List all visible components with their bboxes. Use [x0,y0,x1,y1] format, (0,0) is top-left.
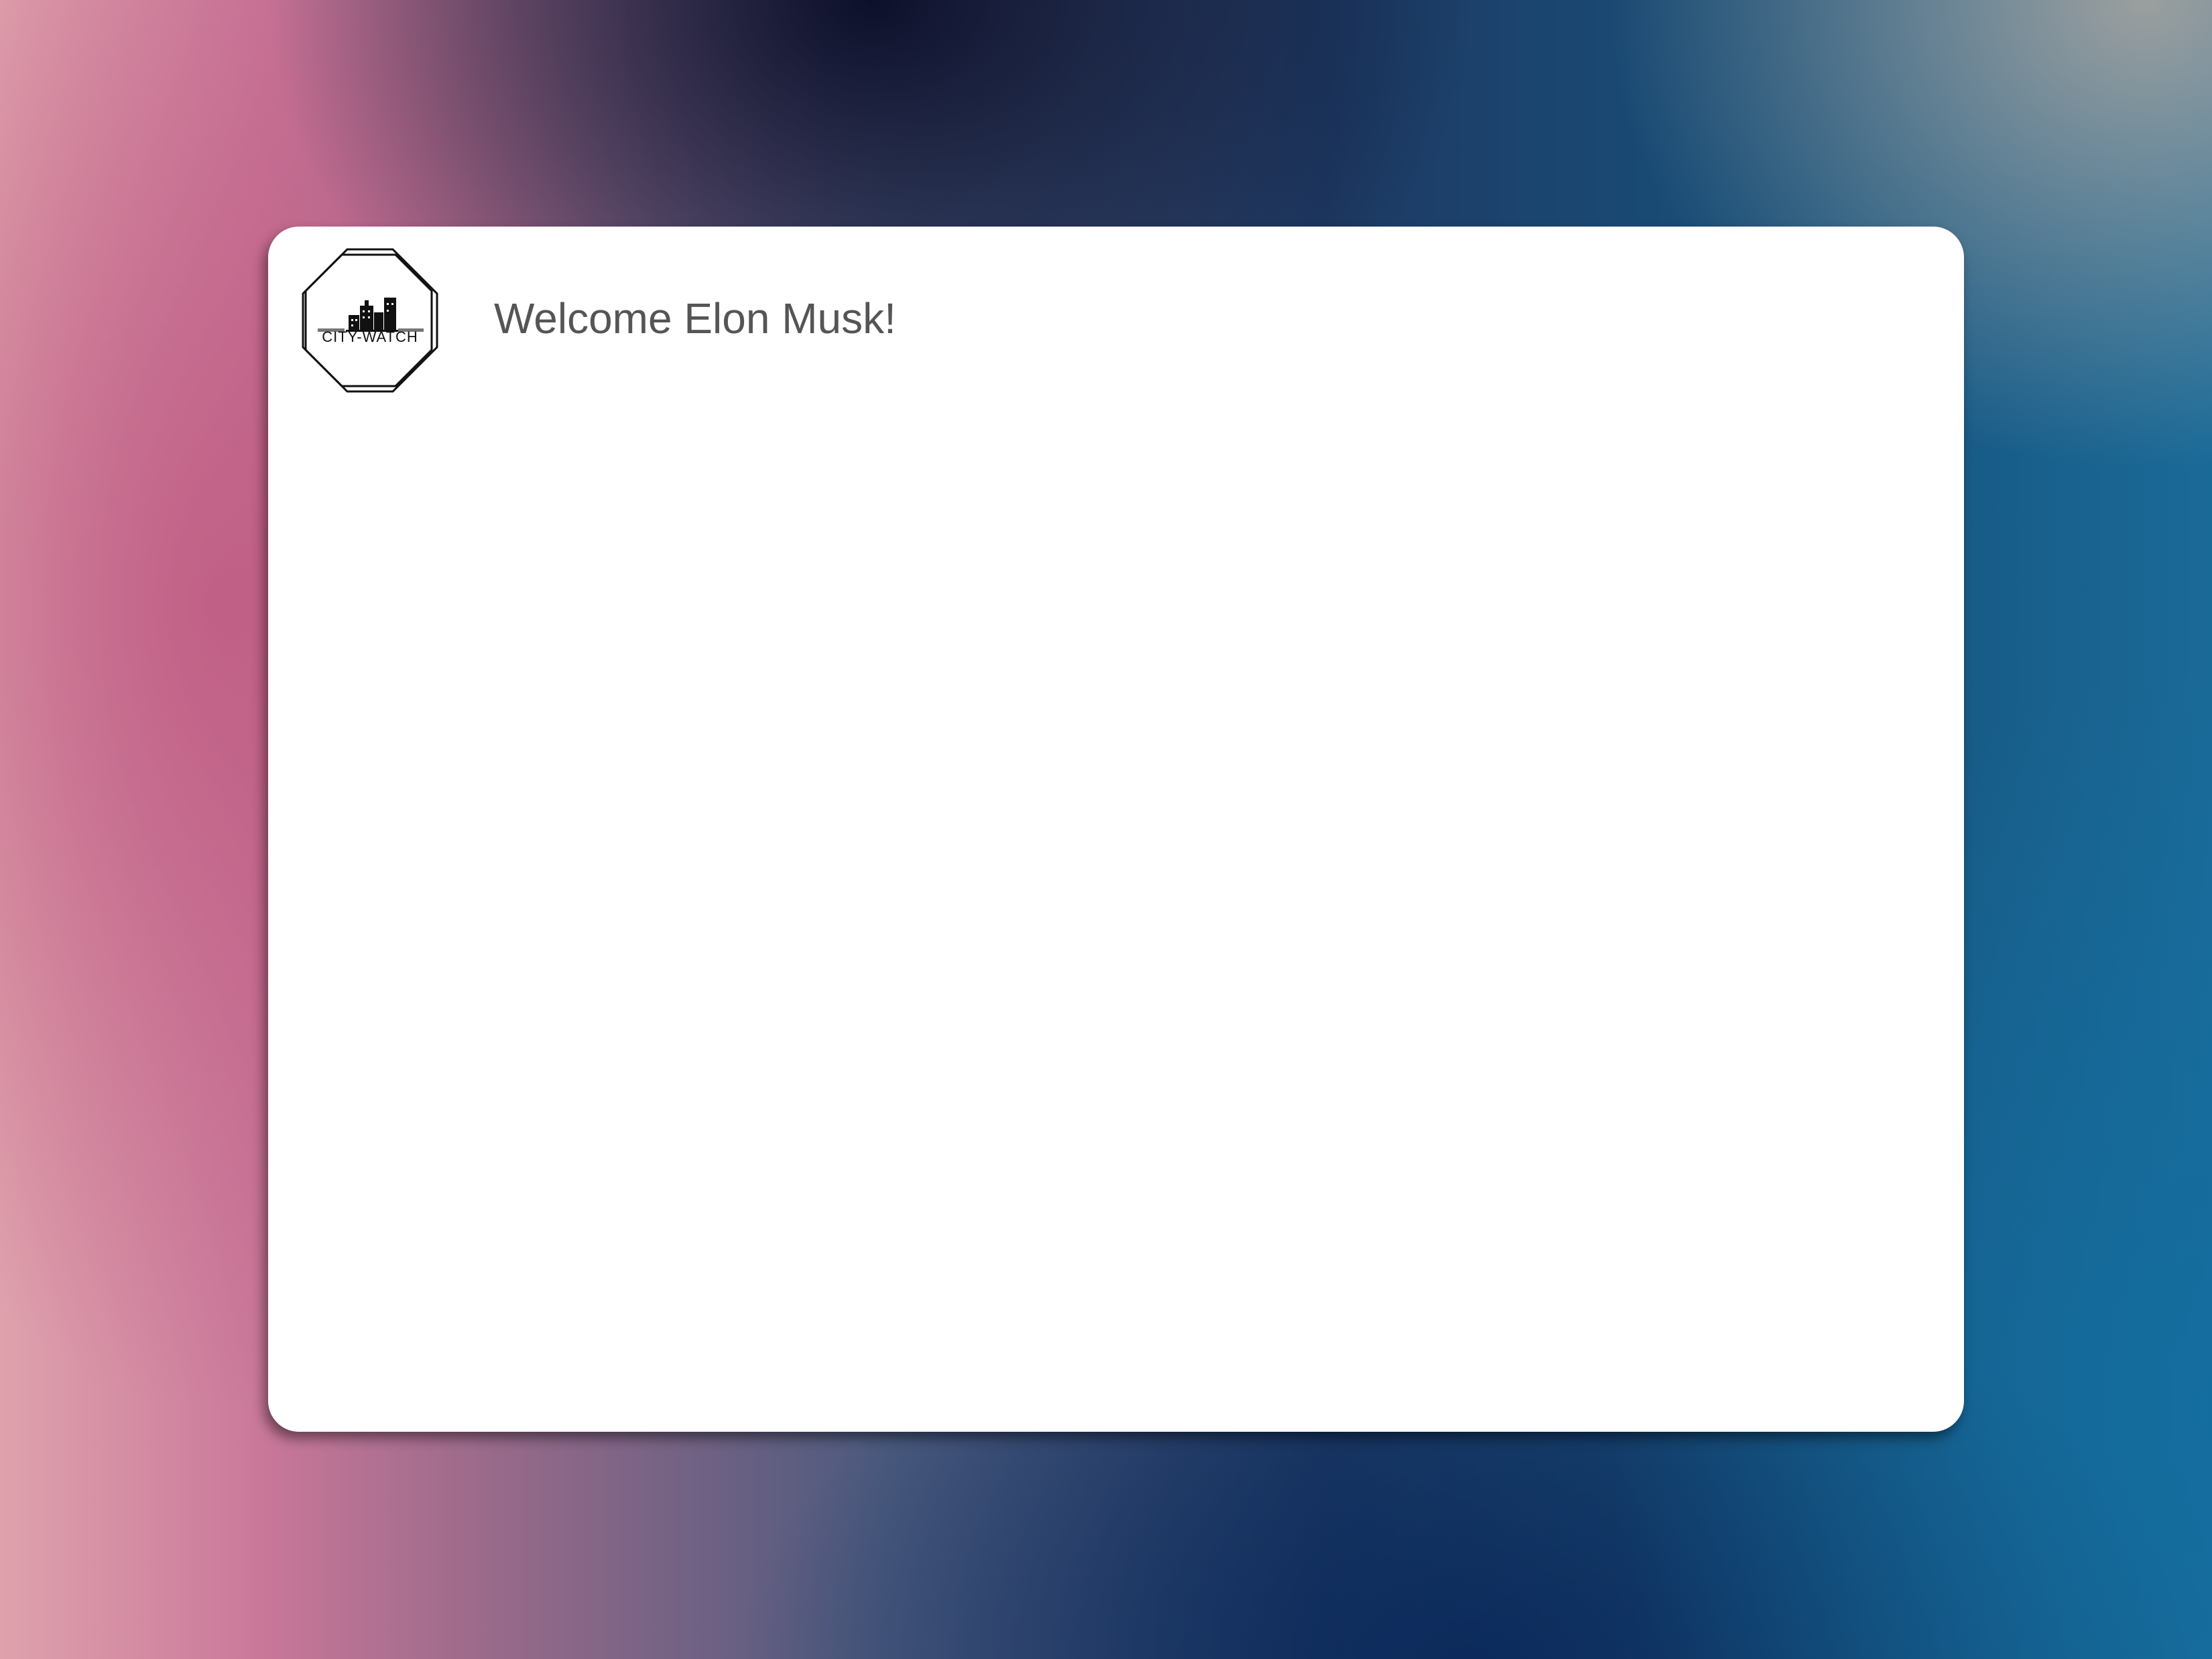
logo-text: CITY-WATCH [322,328,418,345]
main-card: CITY-WATCH Welcome Elon Musk! [268,227,1964,1432]
city-watch-logo: CITY-WATCH [295,247,445,397]
city-skyline-logo-icon [302,248,438,393]
welcome-heading: Welcome Elon Musk! [494,294,896,343]
